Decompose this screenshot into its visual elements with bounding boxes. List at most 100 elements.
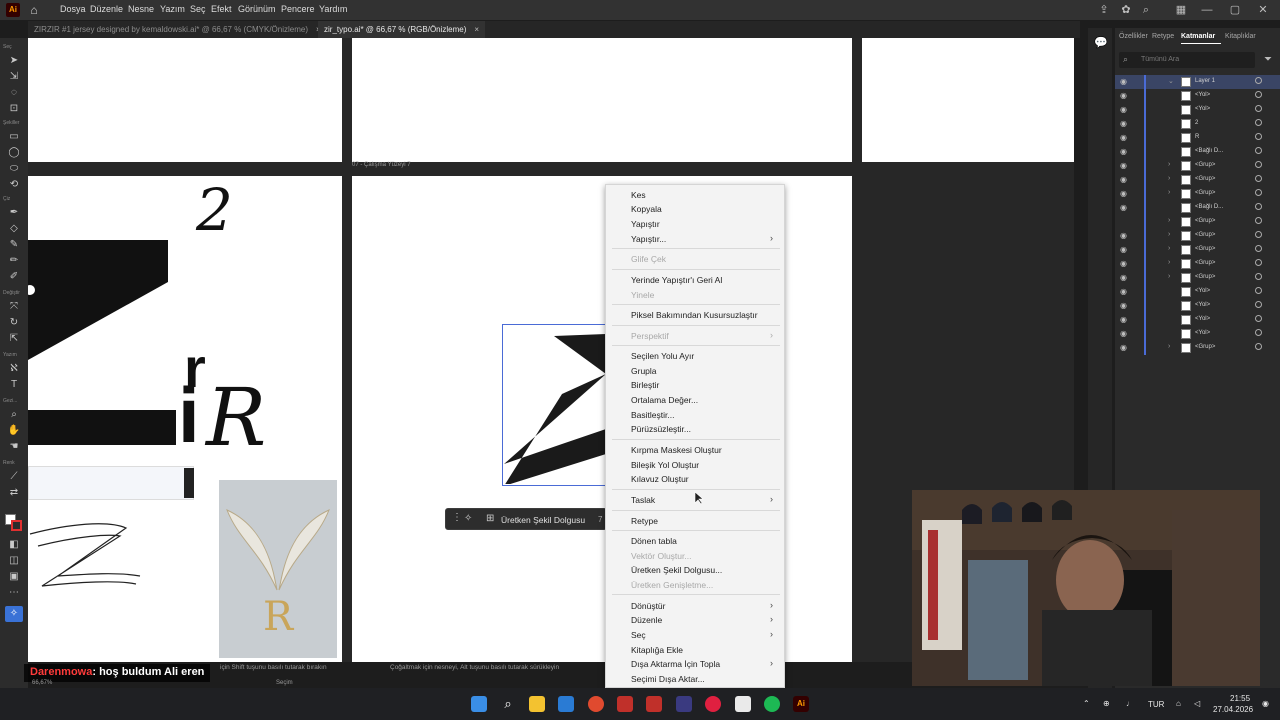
minimize-icon[interactable]: — bbox=[1200, 3, 1214, 17]
tray-chevron-icon[interactable]: ⌃ bbox=[1083, 699, 1090, 708]
ellipse-tool-icon[interactable]: ◯ bbox=[6, 146, 22, 160]
layer-row[interactable]: ◉ <Bağlı D... bbox=[1115, 145, 1280, 159]
target-circle-icon[interactable] bbox=[1255, 105, 1262, 112]
visibility-eye-icon[interactable]: ◉ bbox=[1120, 119, 1127, 128]
discover-icon[interactable]: ✿ bbox=[1119, 3, 1133, 17]
cm-copy[interactable]: Kopyala bbox=[631, 204, 662, 214]
wand-icon[interactable]: ✧ bbox=[464, 513, 472, 524]
microphone-icon[interactable]: ♩ bbox=[1126, 699, 1134, 708]
expand-chevron-icon[interactable]: › bbox=[1168, 231, 1170, 238]
shaper-tool-icon[interactable]: ⟲ bbox=[6, 178, 22, 192]
layer-row[interactable]: ◉ › <Grup> bbox=[1115, 173, 1280, 187]
search-icon[interactable]: ⌕ bbox=[1139, 3, 1153, 17]
expand-chevron-icon[interactable]: › bbox=[1168, 259, 1170, 266]
cm-generative-expand[interactable]: Üretken Genişletme... bbox=[631, 580, 713, 590]
layer-search-field[interactable]: ⌕ Tümünü Ara bbox=[1119, 52, 1255, 68]
expand-chevron-icon[interactable]: › bbox=[1168, 189, 1170, 196]
target-circle-icon[interactable] bbox=[1255, 119, 1262, 126]
cm-split-path[interactable]: Seçilen Yolu Ayır bbox=[631, 351, 694, 361]
visibility-eye-icon[interactable]: ◉ bbox=[1120, 329, 1127, 338]
eyedropper-tool-icon[interactable]: ⟋ bbox=[6, 470, 22, 484]
cm-retype[interactable]: Retype bbox=[631, 516, 658, 526]
layer-row[interactable]: ◉ <Yol> bbox=[1115, 313, 1280, 327]
workspace-icon[interactable]: ▦ bbox=[1174, 3, 1188, 17]
menu-effect[interactable]: Efekt bbox=[211, 4, 232, 14]
layer-row[interactable]: › <Grup> bbox=[1115, 215, 1280, 229]
menu-file[interactable]: Dosya bbox=[60, 4, 86, 14]
layer-row[interactable]: ◉ › <Grup> bbox=[1115, 243, 1280, 257]
clock-time[interactable]: 21:55 bbox=[1230, 694, 1250, 703]
target-circle-icon[interactable] bbox=[1255, 315, 1262, 322]
chrome-icon[interactable] bbox=[588, 696, 604, 712]
cm-select[interactable]: Seç bbox=[631, 630, 646, 640]
cm-redo[interactable]: Yinele bbox=[631, 290, 654, 300]
visibility-eye-icon[interactable]: ◉ bbox=[1120, 343, 1127, 352]
close-window-icon[interactable]: ✕ bbox=[1256, 3, 1270, 17]
app-icon-2[interactable] bbox=[646, 696, 662, 712]
rectangle-tool-icon[interactable]: ▭ bbox=[6, 130, 22, 144]
expand-chevron-icon[interactable]: › bbox=[1168, 217, 1170, 224]
search-icon[interactable]: ⌕ bbox=[500, 696, 516, 712]
more-button[interactable]: 7 bbox=[598, 515, 602, 524]
layer-row[interactable]: ◉ › <Grup> bbox=[1115, 341, 1280, 355]
brush-tool-icon[interactable]: ✎ bbox=[6, 238, 22, 252]
pen-tool-icon[interactable]: ✒ bbox=[6, 206, 22, 220]
tab-retype[interactable]: Retype bbox=[1152, 33, 1174, 40]
cm-undo-paste-in-place[interactable]: Yerinde Yapıştır'ı Geri Al bbox=[631, 275, 722, 285]
menu-edit[interactable]: Düzenle bbox=[90, 4, 123, 14]
cm-export-selection[interactable]: Seçimi Dışa Aktar... bbox=[631, 674, 705, 684]
cm-collect-for-export[interactable]: Dışa Aktarma İçin Topla bbox=[631, 659, 720, 669]
tab-zirzir-jersey[interactable]: ZIRZIR #1 jersey designed by kemaldowski… bbox=[28, 21, 327, 38]
layer-row[interactable]: ◉ <Bağlı D... bbox=[1115, 201, 1280, 215]
menu-type[interactable]: Yazım bbox=[160, 4, 185, 14]
eraser-tool-icon[interactable]: ◇ bbox=[6, 222, 22, 236]
layer-row[interactable]: ◉ <Yol> bbox=[1115, 299, 1280, 313]
edit-toolbar-icon[interactable]: ⋯ bbox=[6, 586, 22, 600]
tab-libraries[interactable]: Kitaplıklar bbox=[1225, 33, 1256, 40]
notifications-icon[interactable]: ◉ bbox=[1262, 699, 1269, 708]
tab-zir-typo[interactable]: zir_typo.ai* @ 66,67 % (RGB/Önizleme) × bbox=[318, 21, 486, 38]
visibility-eye-icon[interactable]: ◉ bbox=[1120, 189, 1127, 198]
target-circle-icon[interactable] bbox=[1255, 161, 1262, 168]
filter-icon[interactable]: ⏷ bbox=[1264, 54, 1272, 65]
cm-cut[interactable]: Kes bbox=[631, 190, 646, 200]
cm-smooth[interactable]: Pürüzsüzleştir... bbox=[631, 424, 691, 434]
swap-colors-icon[interactable]: ⇄ bbox=[6, 486, 22, 500]
target-circle-icon[interactable] bbox=[1255, 231, 1262, 238]
visibility-eye-icon[interactable]: ◉ bbox=[1120, 133, 1127, 142]
clock-date[interactable]: 27.04.2026 bbox=[1213, 705, 1253, 714]
target-circle-icon[interactable] bbox=[1255, 343, 1262, 350]
cm-paste[interactable]: Yapıştır bbox=[631, 219, 660, 229]
home-icon[interactable]: ⌂ bbox=[27, 3, 41, 17]
comments-icon[interactable]: 💬 bbox=[1094, 36, 1108, 49]
visibility-eye-icon[interactable]: ◉ bbox=[1120, 147, 1127, 156]
visibility-eye-icon[interactable]: ◉ bbox=[1120, 301, 1127, 310]
screen-mode-icon[interactable]: ▣ bbox=[6, 570, 22, 584]
zoom-level[interactable]: 66,67% bbox=[32, 680, 52, 686]
tab-layers[interactable]: Katmanlar bbox=[1181, 33, 1215, 40]
layer-row[interactable]: ◉ › <Grup> bbox=[1115, 159, 1280, 173]
cm-turntable[interactable]: Dönen tabla bbox=[631, 536, 677, 546]
target-circle-icon[interactable] bbox=[1255, 259, 1262, 266]
target-circle-icon[interactable] bbox=[1255, 217, 1262, 224]
generative-ai-icon[interactable]: ✧ bbox=[5, 606, 23, 622]
visibility-eye-icon[interactable]: ◉ bbox=[1120, 287, 1127, 296]
artboard-tool-icon[interactable]: ⊡ bbox=[6, 102, 22, 116]
expand-chevron-icon[interactable]: › bbox=[1168, 175, 1170, 182]
notion-icon[interactable] bbox=[735, 696, 751, 712]
lasso-tool-icon[interactable]: ◌ bbox=[6, 86, 22, 100]
visibility-eye-icon[interactable]: ◉ bbox=[1120, 91, 1127, 100]
maximize-icon[interactable]: ▢ bbox=[1228, 3, 1242, 17]
target-circle-icon[interactable] bbox=[1255, 301, 1262, 308]
close-tab-icon[interactable]: × bbox=[474, 25, 479, 34]
target-circle-icon[interactable] bbox=[1255, 287, 1262, 294]
menu-view[interactable]: Görünüm bbox=[238, 4, 276, 14]
expand-chevron-icon[interactable]: › bbox=[1168, 343, 1170, 350]
app-icon-1[interactable] bbox=[617, 696, 633, 712]
width-tool-icon[interactable]: ⤧ bbox=[6, 300, 22, 314]
target-circle-icon[interactable] bbox=[1255, 91, 1262, 98]
rotate-view-icon[interactable]: ☚ bbox=[6, 440, 22, 454]
photos-icon[interactable] bbox=[558, 696, 574, 712]
draw-mode-icon[interactable]: ◫ bbox=[6, 554, 22, 568]
layer-row[interactable]: ◉ ⌄ Layer 1 bbox=[1115, 75, 1280, 89]
